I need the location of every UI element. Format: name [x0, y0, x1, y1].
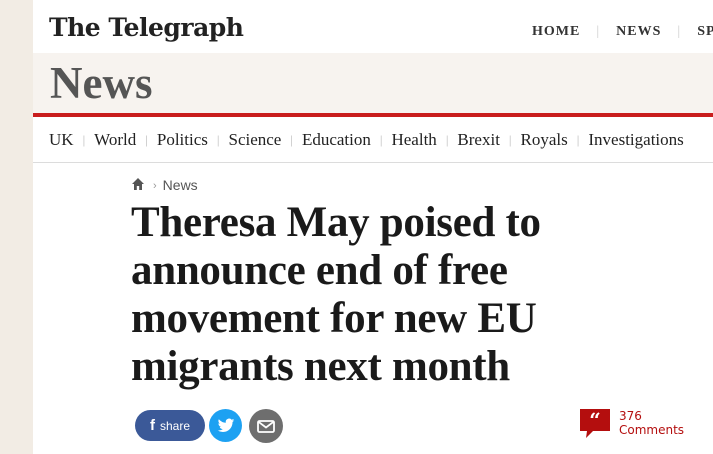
- comments-count: 376: [619, 409, 642, 423]
- comments-label: Comments: [619, 423, 685, 437]
- section-band: News: [33, 53, 713, 113]
- comment-bubble-icon: “: [580, 408, 610, 438]
- sub-nav-brexit[interactable]: Brexit: [457, 130, 500, 150]
- article-headline: Theresa May poised to announce end of fr…: [131, 199, 541, 390]
- sub-nav-divider: |: [508, 132, 512, 147]
- top-nav-home[interactable]: HOME: [532, 24, 580, 40]
- sub-nav: UK | World | Politics | Science | Education | Heal…: [33, 117, 713, 163]
- sub-nav-divider: |: [445, 132, 449, 147]
- sub-nav-investigations[interactable]: Investigations: [588, 130, 683, 150]
- telegraph-logo[interactable]: The Telegraph: [49, 13, 244, 42]
- top-nav-divider: |: [677, 24, 682, 39]
- sub-nav-divider: |: [145, 132, 148, 147]
- twitter-share-button[interactable]: [209, 409, 242, 442]
- sub-nav-divider: |: [379, 132, 383, 147]
- home-icon[interactable]: [131, 177, 145, 191]
- sub-nav-divider: |: [216, 132, 220, 147]
- sub-nav-education[interactable]: Education: [302, 130, 371, 150]
- svg-text:“: “: [589, 408, 601, 432]
- facebook-share-button[interactable]: f share: [135, 410, 205, 441]
- sub-nav-science[interactable]: Science: [228, 130, 281, 150]
- sub-nav-divider: |: [290, 132, 293, 147]
- top-nav-news[interactable]: NEWS: [616, 24, 661, 40]
- sub-nav-divider: |: [576, 132, 580, 147]
- sub-nav-uk[interactable]: UK: [49, 130, 74, 150]
- sub-nav-world[interactable]: World: [94, 130, 136, 150]
- sub-nav-health[interactable]: Health: [391, 130, 436, 150]
- sub-nav-divider: |: [82, 132, 86, 147]
- email-icon: [257, 419, 275, 433]
- breadcrumb-news[interactable]: News: [163, 177, 198, 193]
- comments-link[interactable]: “ 376 Comments: [579, 408, 689, 444]
- facebook-icon: f: [149, 417, 155, 434]
- sub-nav-royals[interactable]: Royals: [521, 130, 568, 150]
- chevron-right-icon: ›: [153, 180, 157, 192]
- twitter-icon: [217, 418, 234, 432]
- email-share-button[interactable]: [249, 409, 283, 443]
- top-nav-sport[interactable]: SPO: [697, 24, 713, 40]
- sub-nav-politics[interactable]: Politics: [157, 130, 208, 150]
- breadcrumb: › News: [131, 177, 198, 195]
- top-bar: The Telegraph HOME | NEWS | SPO: [33, 0, 713, 53]
- page: The Telegraph HOME | NEWS | SPO News UK | Worl…: [33, 0, 713, 454]
- facebook-share-label: share: [159, 418, 191, 433]
- top-nav: HOME | NEWS | SPO: [532, 24, 713, 40]
- top-nav-divider: |: [596, 24, 601, 39]
- section-title[interactable]: News: [50, 57, 152, 109]
